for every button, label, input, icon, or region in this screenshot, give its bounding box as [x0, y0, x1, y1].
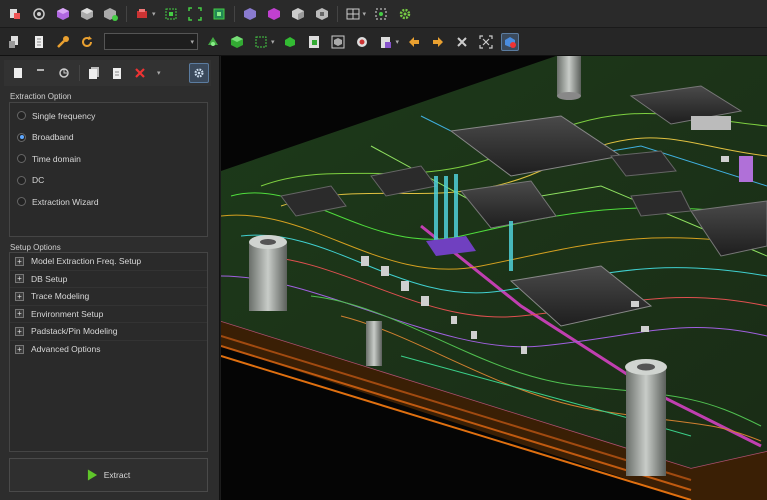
wrench-icon[interactable]	[54, 33, 72, 51]
tree-item-padstack-modeling[interactable]: + Padstack/Pin Modeling	[10, 323, 207, 341]
tree-item-trace-modeling[interactable]: + Trace Modeling	[10, 288, 207, 306]
panel-separator	[79, 65, 80, 81]
option-extraction-wizard[interactable]: Extraction Wizard	[10, 191, 207, 213]
stop-icon[interactable]	[353, 33, 371, 51]
option-label: DC	[32, 175, 45, 186]
dropdown-arrow-icon[interactable]: ▾	[363, 10, 367, 18]
clipboard-icon[interactable]	[377, 33, 395, 51]
copy-icon[interactable]	[85, 64, 103, 82]
option-label: Extraction Wizard	[32, 196, 99, 207]
expand-plus-icon[interactable]: +	[15, 309, 24, 319]
snap-icon[interactable]	[372, 5, 390, 23]
fit-view-icon[interactable]	[186, 5, 204, 23]
expand-plus-icon[interactable]: +	[15, 274, 24, 284]
extraction-option-group: Single frequency Broadband Time domain D…	[9, 102, 208, 237]
cube-frame-icon[interactable]	[329, 33, 347, 51]
radio-button[interactable]	[17, 175, 26, 185]
toolbar-separator	[336, 5, 338, 22]
toolbar-separator	[233, 5, 235, 22]
net-icon[interactable]	[204, 33, 222, 51]
refresh-icon[interactable]	[78, 33, 96, 51]
pcb-3d-render	[221, 56, 767, 500]
tree-item-label: Environment Setup	[31, 308, 104, 319]
play-icon	[87, 469, 97, 481]
new-file-icon[interactable]	[9, 64, 27, 82]
radio-button-selected[interactable]	[17, 132, 26, 142]
3d-viewport[interactable]	[221, 56, 767, 500]
gear-green-icon[interactable]	[396, 5, 414, 23]
tree-item-label: Trace Modeling	[31, 291, 90, 302]
arrow-right-icon[interactable]	[429, 33, 447, 51]
tree-item-label: Padstack/Pin Modeling	[31, 326, 118, 337]
extraction-panel: ▾ Extraction Option Single frequency Bro…	[0, 56, 220, 500]
select-box-icon[interactable]	[252, 33, 270, 51]
gear-icon	[194, 68, 204, 78]
setup-options-title: Setup Options	[10, 243, 61, 252]
main-toolbar: ▾ ▾	[0, 0, 767, 28]
open-icon[interactable]	[6, 33, 24, 51]
tree-item-freq-setup[interactable]: + Model Extraction Freq. Setup	[10, 253, 207, 271]
option-label: Time domain	[32, 153, 81, 164]
cube-magenta-icon[interactable]	[265, 5, 283, 23]
dropdown-arrow-icon[interactable]: ▾	[396, 38, 400, 46]
expand-plus-icon[interactable]: +	[15, 291, 24, 301]
secondary-toolbar: ▾ ▾ ▾	[0, 28, 767, 56]
option-broadband[interactable]: Broadband	[10, 127, 207, 149]
cube-purple-icon[interactable]	[54, 5, 72, 23]
panel-toolbar: ▾	[4, 60, 211, 86]
cube-white-icon[interactable]	[289, 5, 307, 23]
cube-violet-icon[interactable]	[241, 5, 259, 23]
radio-button[interactable]	[17, 111, 26, 121]
expand-plus-icon[interactable]: +	[15, 326, 24, 336]
paste-icon[interactable]	[108, 64, 126, 82]
option-dc[interactable]: DC	[10, 170, 207, 192]
dropdown-arrow-icon[interactable]: ▾	[157, 69, 161, 77]
expand-icon[interactable]	[477, 33, 495, 51]
chevron-down-icon: ▾	[190, 38, 194, 46]
radio-button[interactable]	[17, 154, 26, 164]
cube-export-icon[interactable]	[102, 5, 120, 23]
dropdown-arrow-icon[interactable]: ▾	[152, 10, 156, 18]
cube-small-icon[interactable]	[281, 33, 299, 51]
option-label: Single frequency	[32, 110, 96, 121]
dropdown-arrow-icon[interactable]: ▾	[271, 38, 275, 46]
tree-item-db-setup[interactable]: + DB Setup	[10, 271, 207, 288]
delete-icon[interactable]	[131, 64, 149, 82]
select-green-icon[interactable]	[162, 5, 180, 23]
tree-item-environment-setup[interactable]: + Environment Setup	[10, 306, 207, 323]
cube-page-icon[interactable]	[305, 33, 323, 51]
option-single-frequency[interactable]: Single frequency	[10, 105, 207, 127]
net-selector-dropdown[interactable]: ▾	[104, 33, 198, 50]
document-icon[interactable]	[30, 33, 48, 51]
expand-plus-icon[interactable]: +	[15, 256, 24, 266]
pin-icon[interactable]	[32, 64, 50, 82]
extract-button-label: Extract	[103, 470, 131, 480]
cube-tiles-icon[interactable]	[313, 5, 331, 23]
zoom-box-icon[interactable]	[210, 5, 228, 23]
rotate-icon[interactable]	[55, 64, 73, 82]
settings-button[interactable]	[189, 63, 209, 83]
tree-item-label: Model Extraction Freq. Setup	[31, 256, 142, 267]
toolbar-separator	[126, 5, 127, 22]
cube-gray-icon[interactable]	[78, 5, 96, 23]
tree-item-label: Advanced Options	[31, 344, 101, 355]
option-time-domain[interactable]: Time domain	[10, 148, 207, 170]
setup-options-tree: + Model Extraction Freq. Setup + DB Setup …	[9, 252, 208, 452]
tree-item-advanced-options[interactable]: + Advanced Options	[10, 341, 207, 359]
grid-icon[interactable]	[344, 5, 362, 23]
cross-icon[interactable]	[453, 33, 471, 51]
extract-button[interactable]: Extract	[9, 458, 208, 492]
option-label: Broadband	[32, 132, 74, 143]
component-red-icon[interactable]	[133, 5, 151, 23]
extraction-option-title: Extraction Option	[10, 92, 72, 101]
import-icon[interactable]	[6, 5, 24, 23]
layers-icon[interactable]	[30, 5, 48, 23]
view-3d-icon[interactable]	[501, 32, 520, 51]
expand-plus-icon[interactable]: +	[15, 344, 24, 354]
cube-green-icon[interactable]	[228, 33, 246, 51]
arrow-left-icon[interactable]	[405, 33, 423, 51]
radio-button[interactable]	[17, 197, 26, 207]
tree-item-label: DB Setup	[31, 273, 68, 284]
